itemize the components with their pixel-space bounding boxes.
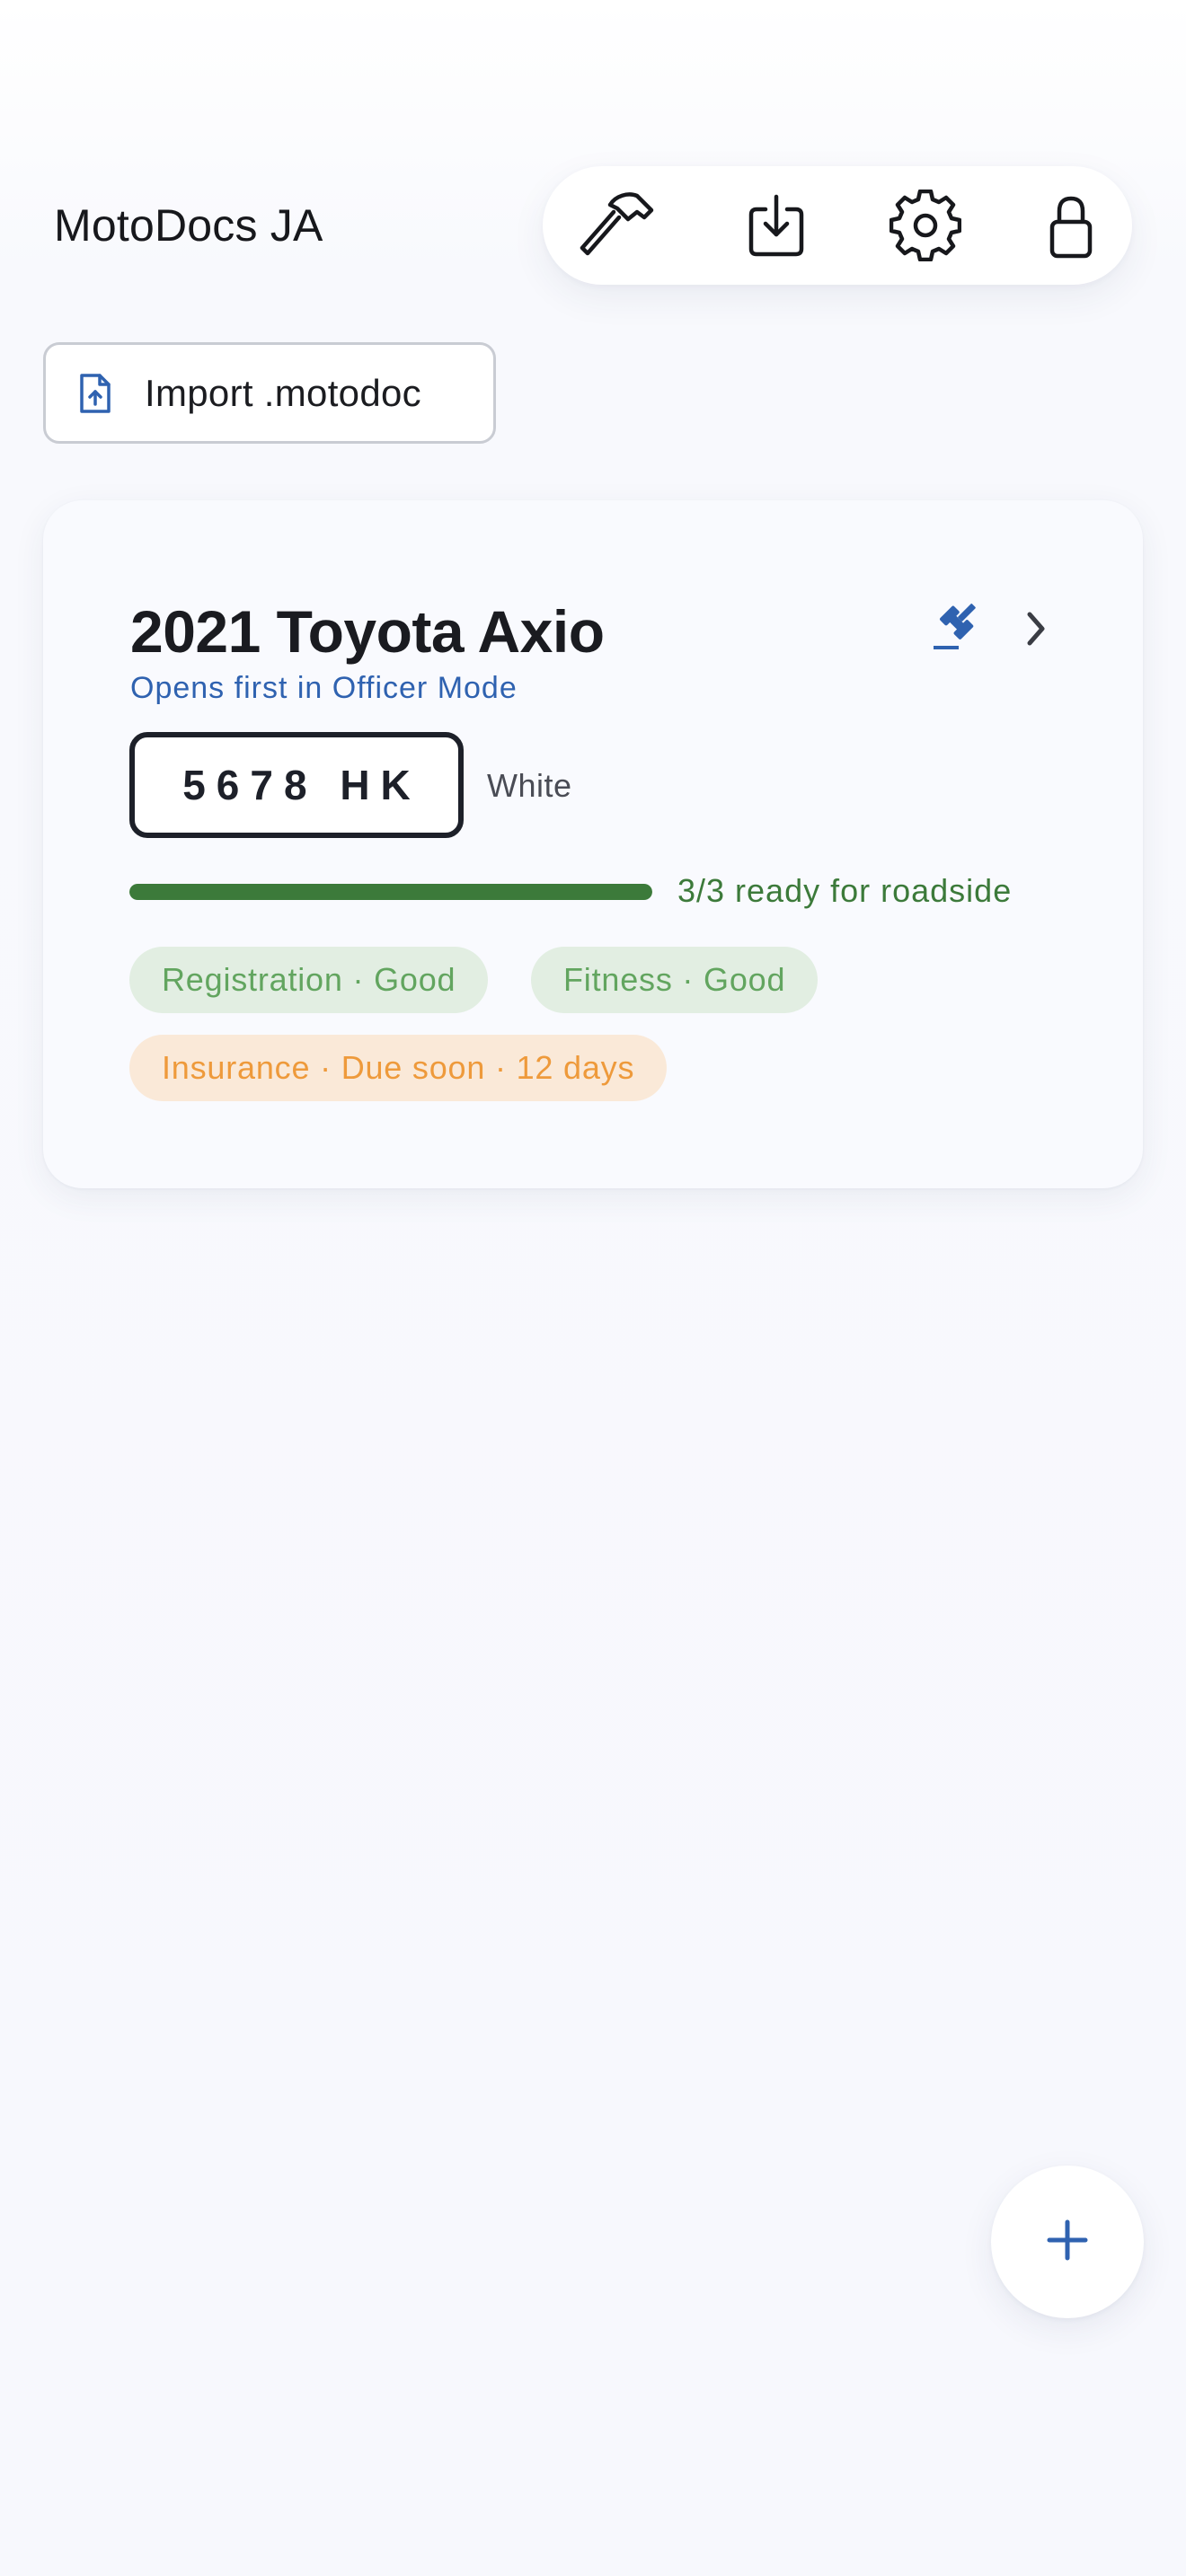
top-toolbar [543,166,1132,285]
officer-mode-button[interactable] [919,594,991,666]
insurance-status-chip: Insurance · Due soon · 12 days [129,1035,668,1101]
vehicle-card[interactable]: 2021 Toyota Axio Opens first in Officer … [43,500,1143,1188]
gear-icon [890,190,961,261]
hammer-icon [576,185,657,266]
settings-button[interactable] [881,181,970,270]
import-motodoc-button[interactable]: Import .motodoc [43,342,496,444]
tools-button[interactable] [571,181,661,270]
open-vehicle-button[interactable] [1005,599,1067,662]
file-upload-icon [73,372,116,415]
vehicle-title: 2021 Toyota Axio [130,598,605,665]
readiness-progress-bar [129,884,652,900]
readiness-progress-fill [129,884,652,900]
fitness-status-chip: Fitness · Good [531,947,819,1013]
app-title: MotoDocs JA [54,200,323,251]
readiness-text: 3/3 ready for roadside [677,872,1013,909]
export-button[interactable] [731,181,821,270]
import-button-label: Import .motodoc [145,371,421,414]
lock-icon [1040,190,1102,261]
registration-status-chip: Registration · Good [129,947,489,1013]
vehicle-color: White [487,767,572,804]
license-plate: 5678 HK [129,732,464,838]
officer-mode-note: Opens first in Officer Mode [130,671,518,705]
plus-icon [1046,2219,1089,2266]
gavel-icon [930,603,980,657]
lock-button[interactable] [1026,181,1116,270]
add-vehicle-button[interactable] [991,2166,1144,2318]
chevron-right-icon [1022,609,1049,653]
download-icon [740,190,812,261]
